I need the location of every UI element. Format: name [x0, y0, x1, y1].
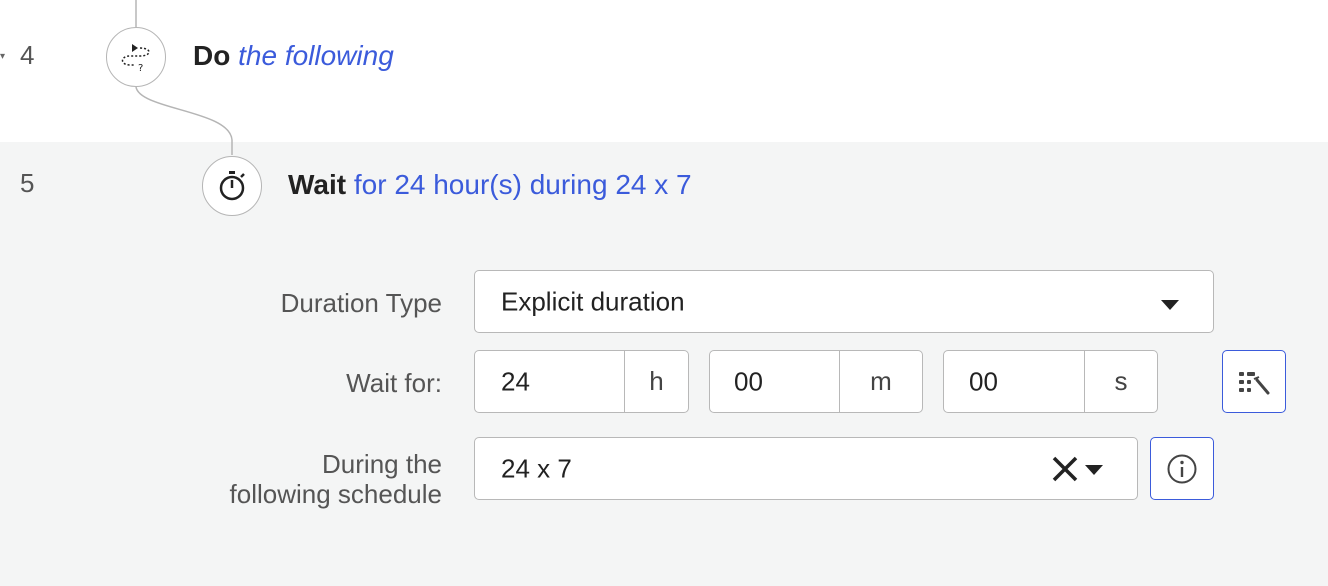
svg-text:?: ?: [138, 63, 143, 73]
step-number: 5: [20, 168, 35, 198]
schedule-select[interactable]: 24 x 7: [474, 437, 1138, 500]
chevron-down-icon: [1161, 300, 1179, 310]
schedule-info-button[interactable]: [1150, 437, 1214, 500]
loop-route-icon: ?: [106, 27, 166, 87]
step-keyword: Do: [193, 40, 231, 71]
step-description-link[interactable]: the following: [238, 40, 394, 71]
step-number: 4: [20, 40, 35, 70]
minutes-unit-label: m: [839, 351, 922, 412]
minutes-value: 00: [734, 366, 763, 396]
hours-value: 24: [501, 366, 530, 396]
chevron-down-icon[interactable]: [1085, 465, 1103, 475]
hours-unit-label: h: [624, 351, 688, 412]
seconds-input[interactable]: 00 s: [943, 350, 1158, 413]
hours-input[interactable]: 24 h: [474, 350, 689, 413]
schedule-label-line2: following schedule: [229, 479, 442, 509]
expression-builder-icon: [1239, 371, 1270, 394]
seconds-value: 00: [969, 366, 998, 396]
schedule-value: 24 x 7: [501, 453, 572, 483]
schedule-label: During the following schedule: [230, 449, 442, 509]
duration-type-value: Explicit duration: [501, 286, 685, 316]
collapse-caret-icon[interactable]: ▾: [0, 51, 5, 62]
close-icon[interactable]: [1051, 455, 1079, 488]
step-keyword: Wait: [288, 169, 347, 200]
wait-for-label: Wait for:: [346, 368, 442, 398]
step-title[interactable]: Wait for 24 hour(s) during 24 x 7: [288, 169, 692, 201]
step-title[interactable]: Do the following: [193, 40, 394, 72]
duration-type-select[interactable]: Explicit duration: [474, 270, 1214, 333]
seconds-unit-label: s: [1084, 351, 1157, 412]
info-icon: [1167, 454, 1197, 483]
schedule-label-line1: During the: [322, 449, 442, 479]
stopwatch-icon: [202, 156, 262, 216]
step-description-link[interactable]: for 24 hour(s) during 24 x 7: [354, 169, 692, 200]
minutes-input[interactable]: 00 m: [709, 350, 923, 413]
expression-builder-button[interactable]: [1222, 350, 1286, 413]
duration-type-label: Duration Type: [280, 288, 442, 318]
